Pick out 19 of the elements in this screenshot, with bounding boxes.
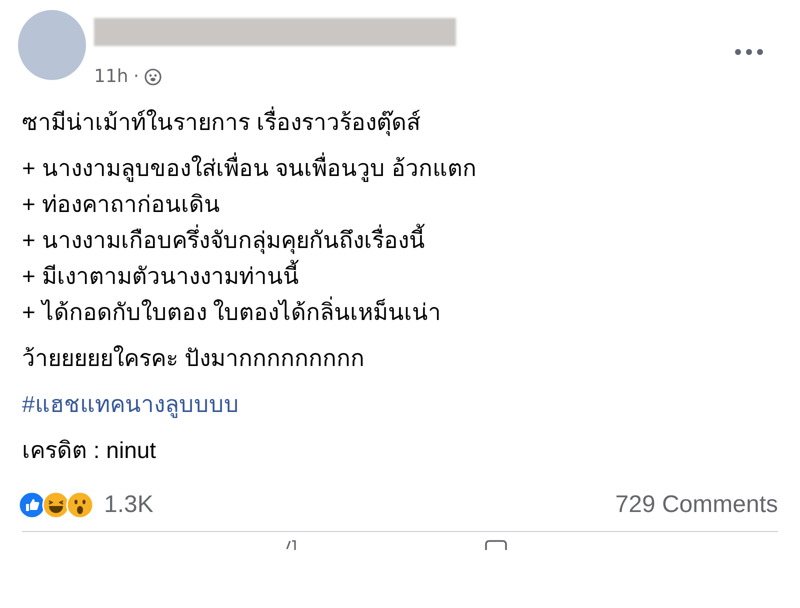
comment-count[interactable]: 729 Comments (615, 491, 778, 519)
post-text: + นางงามเกือบครึ่งจับกลุ่มคุยกันถึงเรื่องนี้ (22, 225, 778, 255)
post-text: + มีเงาตามตัวนางงามท่านนี้ (22, 261, 778, 291)
hashtag-link[interactable]: #แฮชแทคนางลูบบบบ (22, 389, 778, 419)
more-options-icon[interactable] (734, 48, 764, 56)
audience-icon[interactable] (144, 68, 162, 86)
separator: · (133, 66, 140, 87)
speech-bubble-icon[interactable] (484, 540, 508, 550)
post-text: + ได้กอดกับใบตอง ใบตองได้กลิ่นเหม็นเน่า (22, 297, 778, 327)
surprised-reaction-icon (66, 491, 94, 519)
like-reaction-icon (18, 491, 46, 519)
post-text: ว้ายยยยยใครคะ ปังมากกกกกกกกก (22, 344, 366, 373)
post-text: เครดิต : ninut (22, 436, 158, 465)
post-text: + ท่องคาถาก่อนเดิน (22, 190, 221, 219)
post-text: + นางงามลูบของใส่เพื่อน จนเพื่อนวูบ อ้วกแตก (22, 153, 778, 183)
laughing-reaction-icon (42, 491, 70, 519)
post-time[interactable]: 11h (94, 66, 128, 87)
reaction-count[interactable]: 1.3K (104, 491, 154, 519)
post-text: ซามีน่าเม้าท์ในรายการ เรื่องราวร้องตุ๊ดส์ (22, 107, 778, 137)
